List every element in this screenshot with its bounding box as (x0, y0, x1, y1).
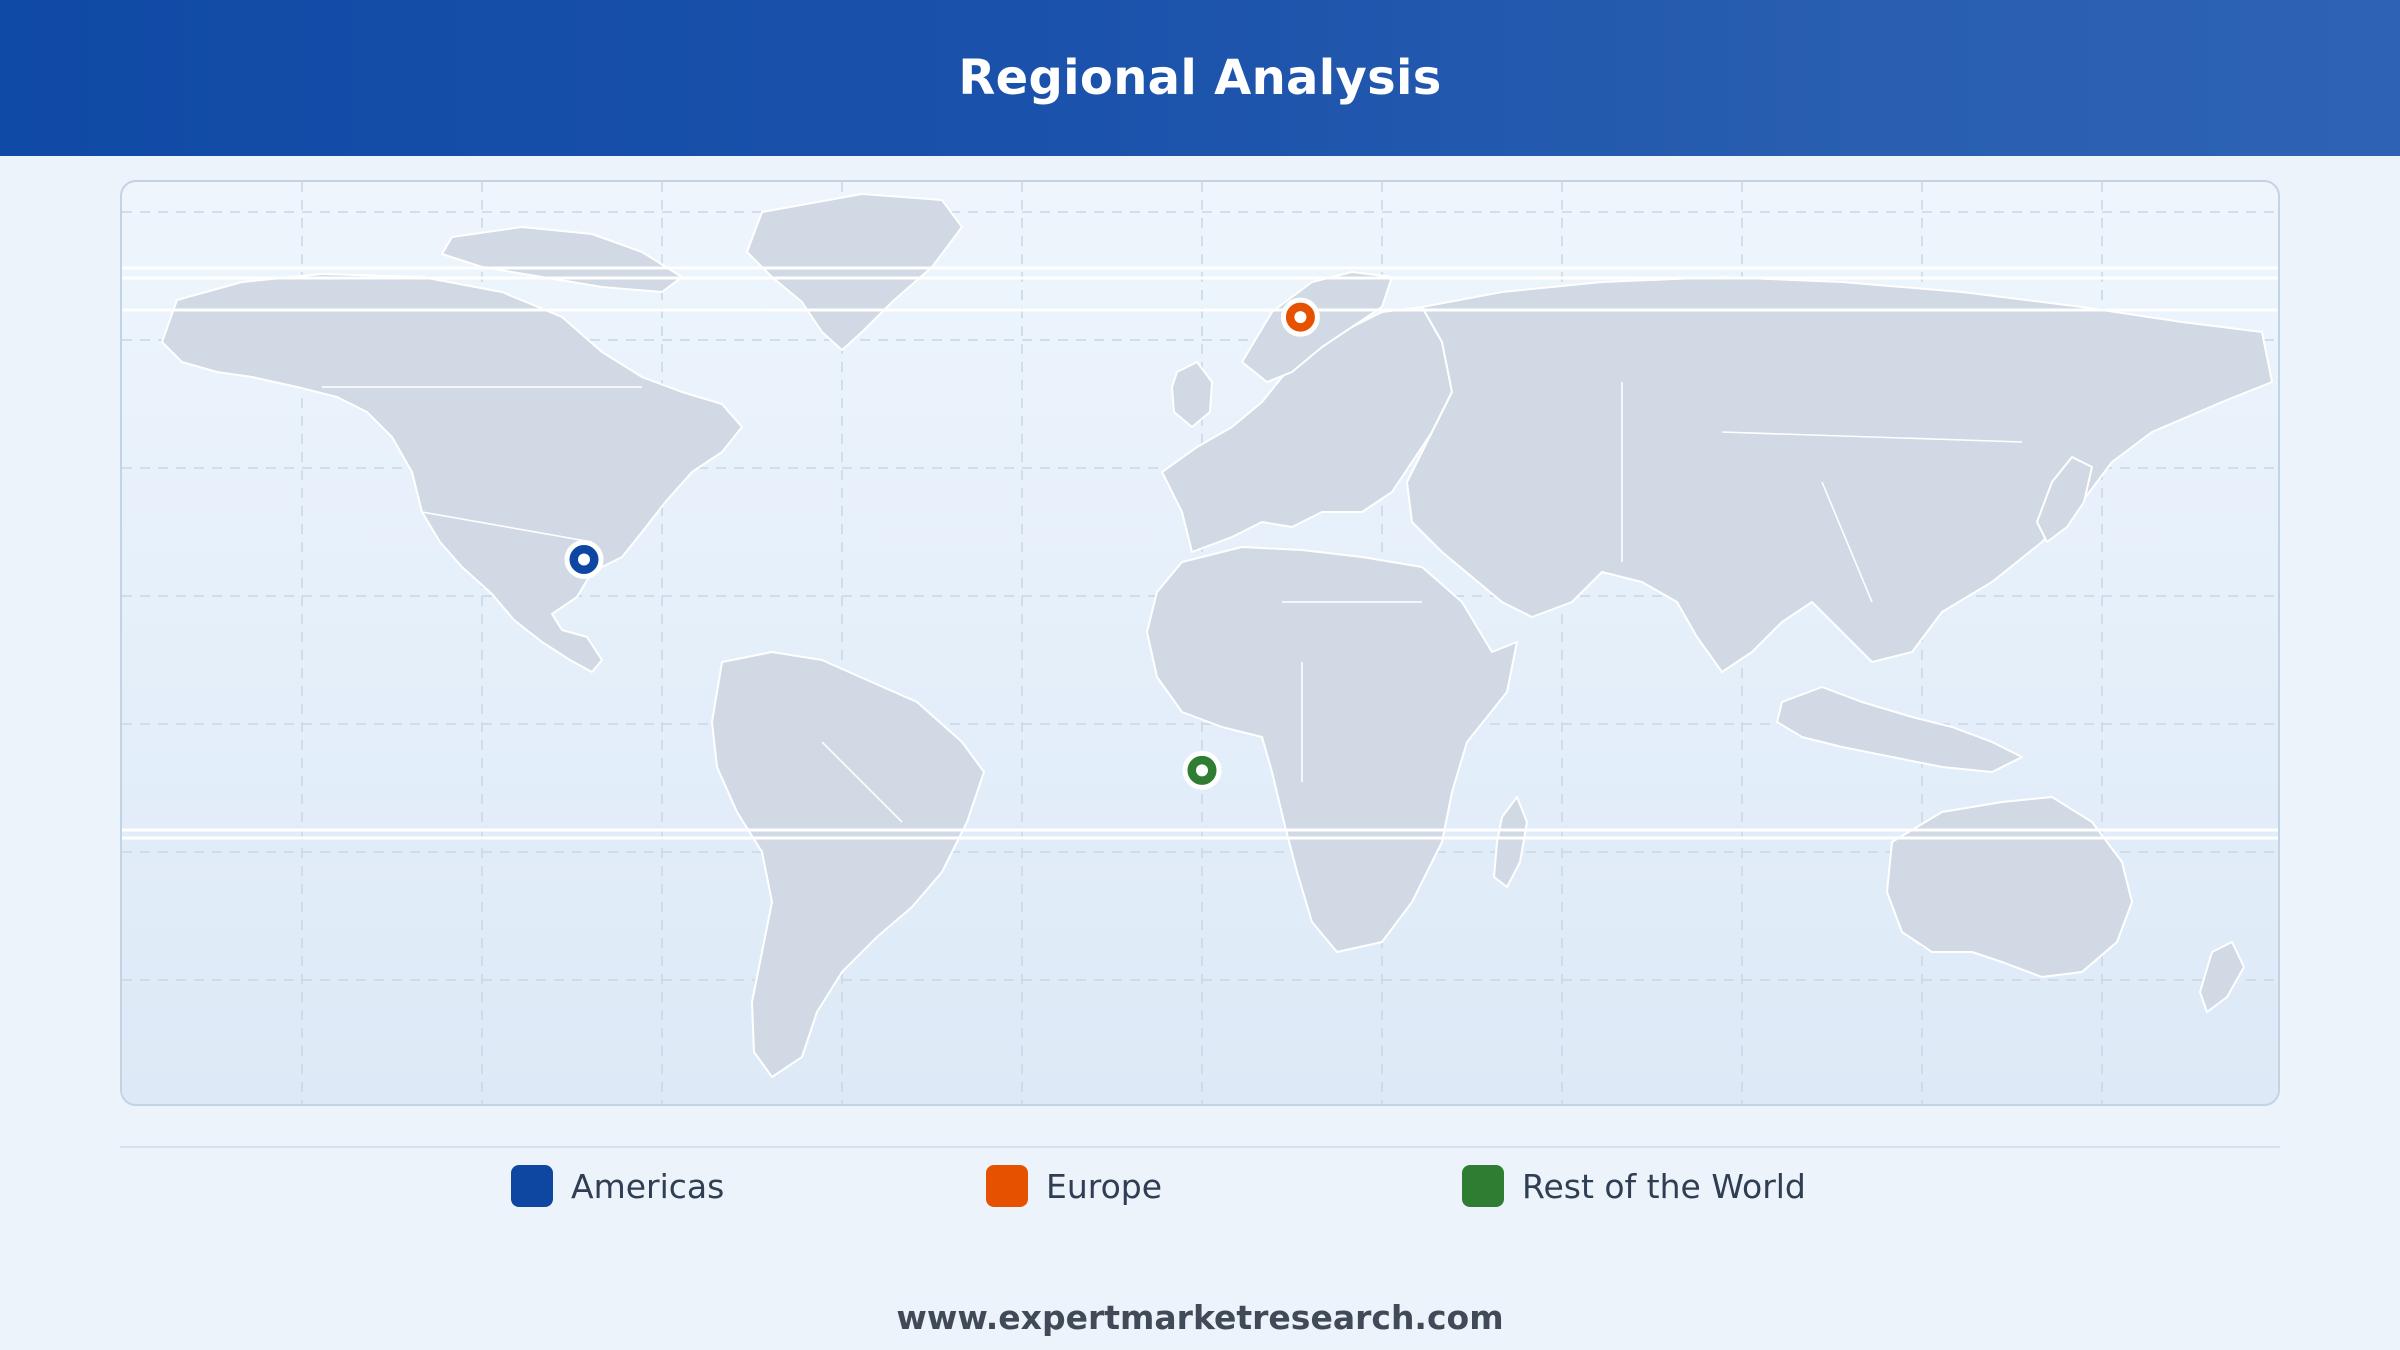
legend-label-rest-of-world: Rest of the World (1522, 1166, 1806, 1206)
marker-rest-of-the-world[interactable] (1182, 750, 1222, 790)
page-title: Regional Analysis (958, 50, 1442, 106)
marker-dot-americas (578, 553, 590, 566)
marker-dot-rest-of-the-world (1196, 764, 1208, 777)
header-bar: Regional Analysis (0, 0, 2400, 156)
uk-shape (1171, 361, 1213, 428)
legend-item-rest-of-world: Rest of the World (1462, 1164, 1806, 1208)
legend-item-americas: Americas (511, 1164, 724, 1208)
continents (161, 193, 2273, 1078)
world-map-frame (120, 180, 2280, 1106)
legend-swatch-americas (511, 1165, 553, 1207)
legend-swatch-europe (986, 1165, 1028, 1207)
north-america-shape (161, 273, 743, 673)
marker-dot-europe (1294, 311, 1307, 324)
legend-divider (120, 1146, 2280, 1148)
legend-item-europe: Europe (986, 1164, 1162, 1208)
legend-label-americas: Americas (571, 1166, 725, 1206)
marker-europe[interactable] (1280, 297, 1320, 337)
legend-label-europe: Europe (1046, 1166, 1163, 1206)
marker-americas[interactable] (564, 539, 604, 579)
southeast-asia-islands-shape (1776, 686, 2023, 773)
map-legend: Americas Europe Rest of the World (0, 1164, 2400, 1208)
world-map (122, 182, 2278, 1104)
greenland-shape (746, 193, 963, 351)
madagascar-shape (1493, 796, 1528, 888)
asia-shape (1406, 276, 2273, 673)
south-america-shape (711, 651, 985, 1078)
arctic-islands-shape (441, 226, 683, 293)
footer-url: www.expertmarketresearch.com (896, 1298, 1504, 1337)
legend-swatch-rest-of-world (1462, 1165, 1504, 1207)
australia-shape (1886, 796, 2133, 978)
new-zealand-shape (2199, 941, 2245, 1013)
